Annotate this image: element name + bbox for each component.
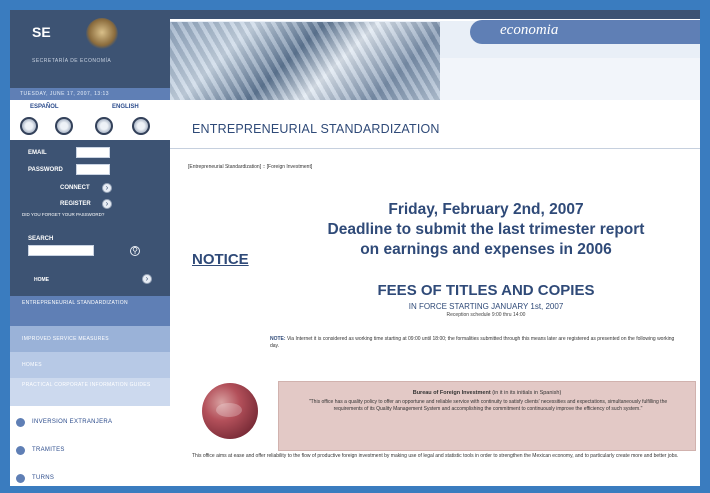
register-label[interactable]: REGISTER [60, 201, 91, 207]
fees-title: FEES OF TITLES AND COPIES [377, 282, 595, 299]
nav-item-guides[interactable]: PRACTICAL CORPORATE INFORMATION GUIDES [10, 378, 170, 406]
home-arrow-icon[interactable]: › [142, 274, 152, 284]
page-title: ENTREPRENEURIAL STANDARDIZATION [192, 122, 440, 136]
spanish-globe-icon[interactable] [20, 117, 38, 135]
nav-item-improved-service[interactable]: IMPROVED SERVICE MEASURES [10, 326, 170, 352]
banner-photo [170, 22, 440, 100]
subnav-label: TURNS [32, 475, 55, 481]
logo-subtitle: SECRETARÍA DE ECONOMÍA [32, 58, 112, 64]
note-paragraph: NOTE: Via Internet it is considered as w… [270, 336, 682, 350]
divider [170, 148, 700, 149]
bullet-icon [16, 446, 25, 455]
connect-arrow-icon[interactable]: › [102, 183, 112, 193]
breadcrumb[interactable]: [Entrepreneurial Standardization] :: [Fo… [188, 164, 312, 170]
search-label: SEARCH [28, 236, 54, 242]
date-bar: TUESDAY, JUNE 17, 2007, 13:13 [10, 88, 170, 100]
forgot-password-link[interactable]: DID YOU FORGET YOUR PASSWORD? [22, 212, 104, 217]
note-text: Via Internet it is considered as working… [270, 336, 675, 349]
subnav-item-turns[interactable]: TURNS [10, 466, 170, 486]
password-label: PASSWORD [28, 167, 63, 173]
bureau-box: Bureau of Foreign Investment (in it in i… [278, 381, 696, 451]
password-field[interactable] [76, 164, 110, 175]
logo[interactable]: SE SECRETARÍA DE ECONOMÍA [10, 10, 170, 88]
connect-label[interactable]: CONNECT [60, 185, 90, 191]
headline-line-3: on earnings and expenses in 2006 [360, 241, 612, 258]
english-globe-icon[interactable] [95, 117, 113, 135]
headline-date: Friday, February 2nd, 2007 [388, 201, 584, 218]
banner-panel [440, 58, 700, 100]
globe-icon [202, 383, 258, 439]
search-input[interactable] [28, 245, 94, 256]
bureau-title-note: (in it in its initials in Spanish) [492, 390, 562, 396]
sidebar: SE SECRETARÍA DE ECONOMÍA TUESDAY, JUNE … [10, 10, 170, 486]
page-frame: SE SECRETARÍA DE ECONOMÍA TUESDAY, JUNE … [10, 10, 700, 486]
spanish-flag-icon[interactable] [55, 117, 73, 135]
notice-headline: Friday, February 2nd, 2007 Deadline to s… [276, 200, 696, 260]
brand-text: economia [500, 22, 559, 38]
email-field[interactable] [76, 147, 110, 158]
search-icon[interactable]: ⚲ [130, 246, 140, 256]
nav-item-homes[interactable]: HOMES [10, 352, 170, 378]
main-content: ENTREPRENEURIAL STANDARDIZATION [Entrepr… [170, 100, 700, 486]
subnav-item-tramites[interactable]: TRAMITES [10, 438, 170, 464]
english-flag-icon[interactable] [132, 117, 150, 135]
seal-icon [86, 18, 118, 50]
subnav-label: INVERSION EXTRANJERA [32, 419, 113, 425]
nav-item-entrepreneurial[interactable]: ENTREPRENEURIAL STANDARDIZATION [10, 296, 170, 326]
header-banner: economia [170, 10, 700, 100]
bureau-title-text: Bureau of Foreign Investment [412, 390, 491, 396]
language-selector: ESPAÑOL ENGLISH [10, 100, 170, 140]
in-force-date: IN FORCE STARTING JANUARY 1st, 2007 [408, 302, 564, 311]
login-panel: EMAIL PASSWORD CONNECT › REGISTER › DID … [10, 140, 170, 296]
lang-spanish[interactable]: ESPAÑOL [30, 104, 59, 110]
logo-text: SE [32, 24, 51, 40]
subnav-label: TRAMITES [32, 447, 65, 453]
lang-english[interactable]: ENGLISH [112, 104, 139, 110]
bureau-title: Bureau of Foreign Investment (in it in i… [279, 390, 695, 396]
headline-line-2: Deadline to submit the last trimester re… [327, 221, 645, 238]
brand-logo[interactable]: economia [470, 20, 700, 44]
mission-paragraph: This office aims at ease and offer relia… [192, 453, 679, 459]
subnav-item-inversion[interactable]: INVERSION EXTRANJERA [10, 410, 170, 436]
note-label: NOTE: [270, 336, 286, 342]
register-arrow-icon[interactable]: › [102, 199, 112, 209]
home-label[interactable]: HOME [34, 277, 49, 283]
bureau-policy-text: "This office has a quality policy to off… [308, 399, 668, 412]
email-label: EMAIL [28, 150, 47, 156]
bullet-icon [16, 474, 25, 483]
reception-schedule: Reception schedule 9:00 thru 14:00 [446, 312, 526, 318]
notice-label: NOTICE [192, 251, 249, 268]
bullet-icon [16, 418, 25, 427]
